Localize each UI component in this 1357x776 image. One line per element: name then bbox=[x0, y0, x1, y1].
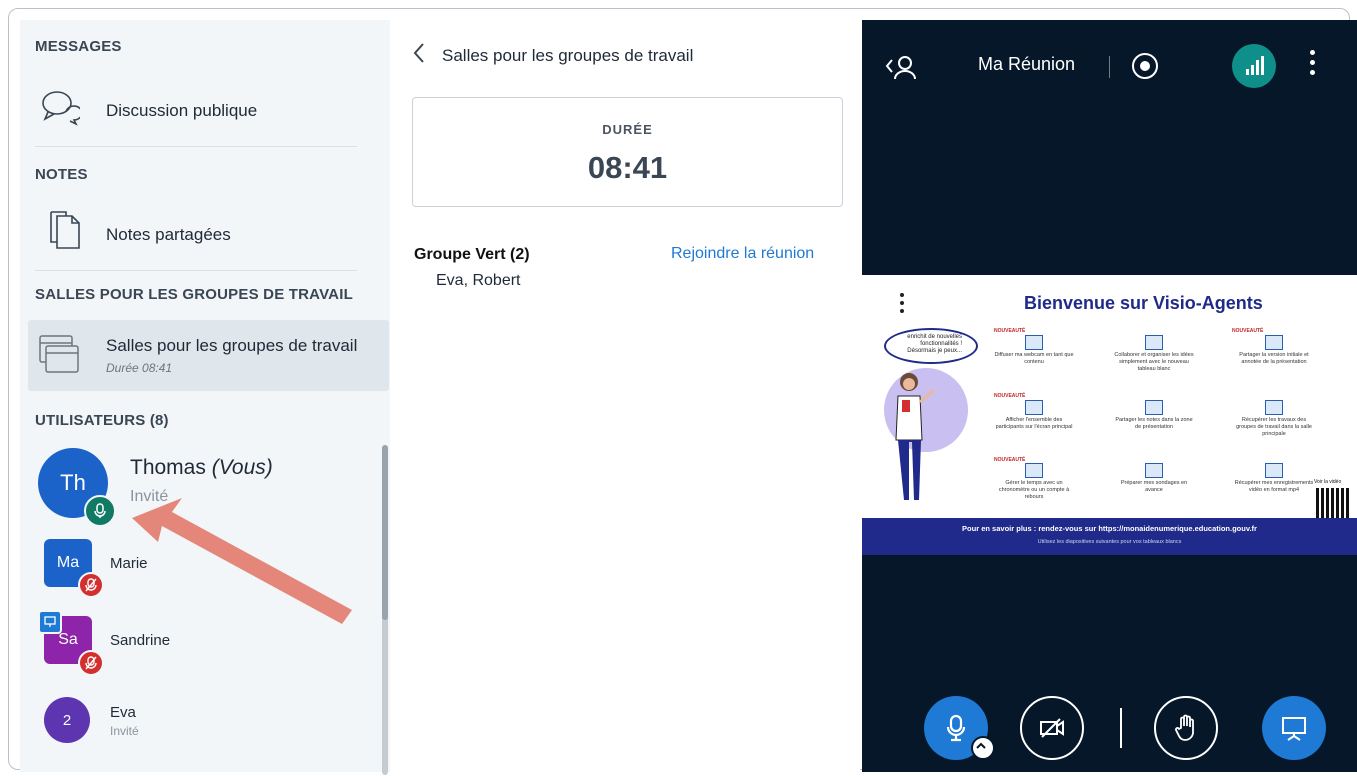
breakout-rooms-duration: Durée 08:41 bbox=[106, 361, 173, 375]
group-members: Eva, Robert bbox=[436, 272, 521, 289]
user-name: Sandrine bbox=[110, 632, 171, 649]
notes-section-title: NOTES bbox=[35, 166, 88, 183]
connection-status-icon[interactable] bbox=[1232, 44, 1276, 88]
meeting-area: Ma Réunion Bienvenue sur Visio-Agents en… bbox=[862, 20, 1357, 772]
chat-icon bbox=[40, 88, 83, 131]
mic-muted-icon bbox=[78, 572, 104, 598]
footer-line-1: Pour en savoir plus : rendez-vous sur ht… bbox=[962, 524, 1257, 533]
new-tag: NOUVEAUTÉ bbox=[994, 328, 1026, 334]
camera-button[interactable] bbox=[1020, 696, 1084, 760]
panel-title: Salles pour les groupes de travail bbox=[442, 46, 694, 65]
audio-options-caret-icon[interactable] bbox=[971, 736, 995, 760]
new-tag: NOUVEAUTÉ bbox=[1232, 328, 1264, 334]
notes-icon bbox=[48, 210, 82, 255]
toggle-userlist-icon[interactable] bbox=[884, 54, 918, 85]
qr-code-icon bbox=[1316, 488, 1350, 522]
group-name: Groupe Vert (2) bbox=[414, 246, 530, 263]
feature-item: Partager les notes dans la zone de prése… bbox=[1114, 400, 1194, 431]
duration-value: 08:41 bbox=[587, 150, 668, 185]
presentation-button[interactable] bbox=[1262, 696, 1326, 760]
feature-item: Collaborer et organiser les idées simple… bbox=[1114, 335, 1194, 373]
annotation-arrow-icon bbox=[132, 498, 352, 624]
feature-item: Récupérer mes enregistrements vidéo en f… bbox=[1234, 463, 1314, 494]
presentation-icon bbox=[1282, 717, 1306, 741]
hand-icon bbox=[1175, 714, 1194, 741]
feature-item: Préparer mes sondages en avance bbox=[1114, 463, 1194, 494]
speech-bubble: enrichit de nouvelles fonctionnalités ! … bbox=[884, 328, 978, 364]
divider bbox=[1120, 708, 1122, 748]
mic-on-icon bbox=[84, 495, 116, 527]
meeting-title: Ma Réunion bbox=[978, 54, 1076, 74]
user-role: Invité bbox=[110, 724, 139, 738]
feature-item: Gérer le temps avec un chronomètre ou un… bbox=[994, 463, 1074, 501]
breakout-rooms-item[interactable]: Salles pour les groupes de travail Durée… bbox=[28, 320, 389, 391]
qr-label: Voir la vidéo bbox=[1314, 479, 1342, 485]
shared-notes-item[interactable]: Notes partagées bbox=[20, 204, 380, 266]
public-chat-item[interactable]: Discussion publique bbox=[20, 80, 380, 142]
microphone-icon bbox=[946, 714, 966, 742]
footer-line-2: Utilisez les diapositives suivantes pour… bbox=[1037, 539, 1182, 545]
shared-notes-label: Notes partagées bbox=[106, 225, 231, 244]
camera-off-icon bbox=[1040, 718, 1064, 738]
feature-item: Diffuser ma webcam en tant que contenu bbox=[994, 335, 1074, 366]
presenter-icon bbox=[38, 610, 62, 634]
breakout-panel: Salles pour les groupes de travail DURÉE… bbox=[390, 20, 860, 772]
duration-label: DURÉE bbox=[602, 122, 653, 137]
sidebar: MESSAGES Discussion publique NOTES Notes… bbox=[20, 20, 390, 775]
more-options-icon[interactable] bbox=[1310, 50, 1316, 80]
feature-item: Récupérer les travaux des groupes de tra… bbox=[1234, 400, 1314, 438]
duration-box: DURÉE 08:41 bbox=[412, 97, 843, 207]
slide-options-icon[interactable] bbox=[900, 293, 905, 317]
scrollbar-thumb[interactable] bbox=[382, 445, 388, 620]
record-icon[interactable] bbox=[1132, 53, 1158, 79]
users-section-title: UTILISATEURS (8) bbox=[35, 412, 169, 429]
raise-hand-button[interactable] bbox=[1154, 696, 1218, 760]
user-name: Thomas (Vous) bbox=[130, 456, 273, 479]
user-name: Eva bbox=[110, 704, 136, 721]
user-list-item[interactable]: 2 Eva Invité bbox=[20, 686, 380, 756]
presenter-illustration-icon bbox=[884, 368, 968, 500]
feature-item: Afficher l'ensemble des participants sur… bbox=[994, 400, 1074, 431]
slide-title: Bienvenue sur Visio-Agents bbox=[1024, 293, 1263, 313]
slide-footer: Pour en savoir plus : rendez-vous sur ht… bbox=[862, 518, 1357, 555]
back-chevron-icon[interactable] bbox=[412, 42, 426, 70]
mic-muted-icon bbox=[78, 650, 104, 676]
new-tag: NOUVEAUTÉ bbox=[994, 393, 1026, 399]
presentation-slide: Bienvenue sur Visio-Agents enrichit de n… bbox=[862, 275, 1357, 555]
rooms-icon bbox=[38, 334, 80, 379]
divider bbox=[35, 146, 357, 147]
breakout-rooms-label: Salles pour les groupes de travail bbox=[106, 336, 358, 355]
messages-section-title: MESSAGES bbox=[35, 38, 122, 55]
divider bbox=[1109, 56, 1110, 78]
rooms-section-title: SALLES POUR LES GROUPES DE TRAVAIL bbox=[35, 286, 353, 303]
public-chat-label: Discussion publique bbox=[106, 101, 258, 120]
join-meeting-link[interactable]: Rejoindre la réunion bbox=[671, 245, 814, 263]
feature-item: Partager la version initiale et annotée … bbox=[1234, 335, 1314, 366]
avatar: 2 bbox=[44, 697, 90, 743]
divider bbox=[35, 270, 357, 271]
